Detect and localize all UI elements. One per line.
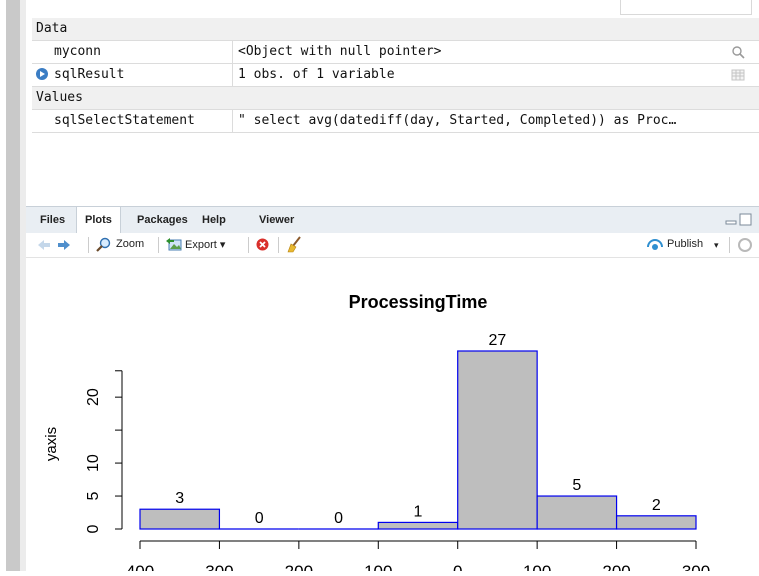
bar-data-label: 27 [489, 332, 507, 349]
window-controls [725, 213, 753, 232]
x-tick-label: 200 [285, 562, 313, 571]
section-header-data: Data [32, 18, 759, 41]
refresh-icon[interactable] [737, 237, 753, 253]
expand-icon[interactable] [36, 68, 48, 80]
var-value: 1 obs. of 1 variable [238, 67, 395, 82]
tab-plots[interactable]: Plots [76, 207, 121, 233]
tab-files[interactable]: Files [40, 214, 65, 226]
env-row-sqlselectstatement[interactable]: sqlSelectStatement " select avg(datediff… [32, 110, 759, 133]
section-label: Values [36, 90, 83, 105]
column-divider [232, 64, 233, 86]
pane-tab-bar: Files Plots Packages Help Viewer [26, 206, 759, 234]
var-name: sqlResult [54, 67, 125, 82]
toolbar-separator [278, 237, 279, 253]
clear-all-broom-icon[interactable] [286, 236, 302, 253]
publish-icon[interactable] [646, 238, 664, 251]
publish-dropdown-icon[interactable]: ▾ [714, 240, 719, 251]
y-axis-label: yaxis [43, 427, 60, 461]
export-icon[interactable] [166, 237, 182, 252]
table-icon[interactable] [731, 68, 745, 82]
var-name: sqlSelectStatement [54, 113, 195, 128]
y-tick-label: 10 [85, 454, 102, 472]
bar-data-label: 3 [175, 490, 184, 507]
env-row-myconn[interactable]: myconn <Object with null pointer> [32, 41, 759, 64]
bar-data-label: 2 [652, 497, 661, 514]
export-button[interactable]: Export ▾ [185, 238, 225, 251]
column-divider [232, 41, 233, 63]
tab-packages[interactable]: Packages [137, 214, 188, 226]
search-box-fragment[interactable] [620, 0, 752, 15]
plot-toolbar: Zoom Export ▾ Publish ▾ [26, 233, 759, 258]
y-tick-label: 5 [85, 491, 102, 500]
histogram-bar [615, 515, 697, 530]
section-label: Data [36, 21, 68, 36]
toolbar-separator [88, 237, 89, 253]
zoom-icon[interactable] [96, 237, 111, 252]
histogram-bar [536, 495, 618, 530]
x-tick-label: 200 [602, 562, 630, 571]
plot-viewer: ProcessingTime30012752400300200100010020… [26, 258, 759, 576]
left-gutter [0, 0, 26, 571]
minimize-icon[interactable] [725, 220, 737, 225]
tab-viewer[interactable]: Viewer [259, 214, 294, 226]
var-value: " select avg(datediff(day, Started, Comp… [238, 113, 677, 128]
histogram-bar [457, 350, 538, 530]
y-tick-label: 0 [85, 524, 102, 533]
chart-title: ProcessingTime [349, 292, 488, 312]
x-tick-label: 300 [205, 562, 233, 571]
remove-plot-icon[interactable] [256, 238, 269, 251]
back-arrow-icon[interactable] [38, 240, 50, 250]
x-tick-label: 100 [523, 562, 551, 571]
section-header-values: Values [32, 87, 759, 110]
var-name: myconn [54, 44, 101, 59]
maximize-icon[interactable] [739, 213, 752, 226]
x-tick-label: 0 [453, 562, 462, 571]
histogram-bar [377, 521, 459, 530]
forward-arrow-icon[interactable] [58, 240, 70, 250]
toolbar-separator [158, 237, 159, 253]
tab-help[interactable]: Help [202, 214, 226, 226]
y-tick-label: 20 [85, 388, 102, 406]
bar-data-label: 0 [334, 510, 343, 527]
histogram-chart: ProcessingTime30012752400300200100010020… [43, 292, 710, 576]
bar-data-label: 0 [255, 510, 264, 527]
toolbar-separator [248, 237, 249, 253]
publish-button[interactable]: Publish [667, 238, 703, 250]
toolbar-separator [729, 237, 730, 253]
bar-data-label: 1 [414, 503, 423, 520]
environment-pane: Data myconn <Object with null pointer> s… [26, 0, 759, 206]
bar-data-label: 5 [572, 477, 581, 494]
x-tick-label: 100 [364, 562, 392, 571]
x-tick-label: 400 [126, 562, 154, 571]
env-row-sqlresult[interactable]: sqlResult 1 obs. of 1 variable [32, 64, 759, 87]
x-tick-label: 300 [682, 562, 710, 571]
column-divider [232, 110, 233, 132]
zoom-button[interactable]: Zoom [116, 238, 144, 250]
histogram-bar [139, 508, 221, 530]
var-value: <Object with null pointer> [238, 44, 442, 59]
search-icon[interactable] [731, 45, 745, 59]
